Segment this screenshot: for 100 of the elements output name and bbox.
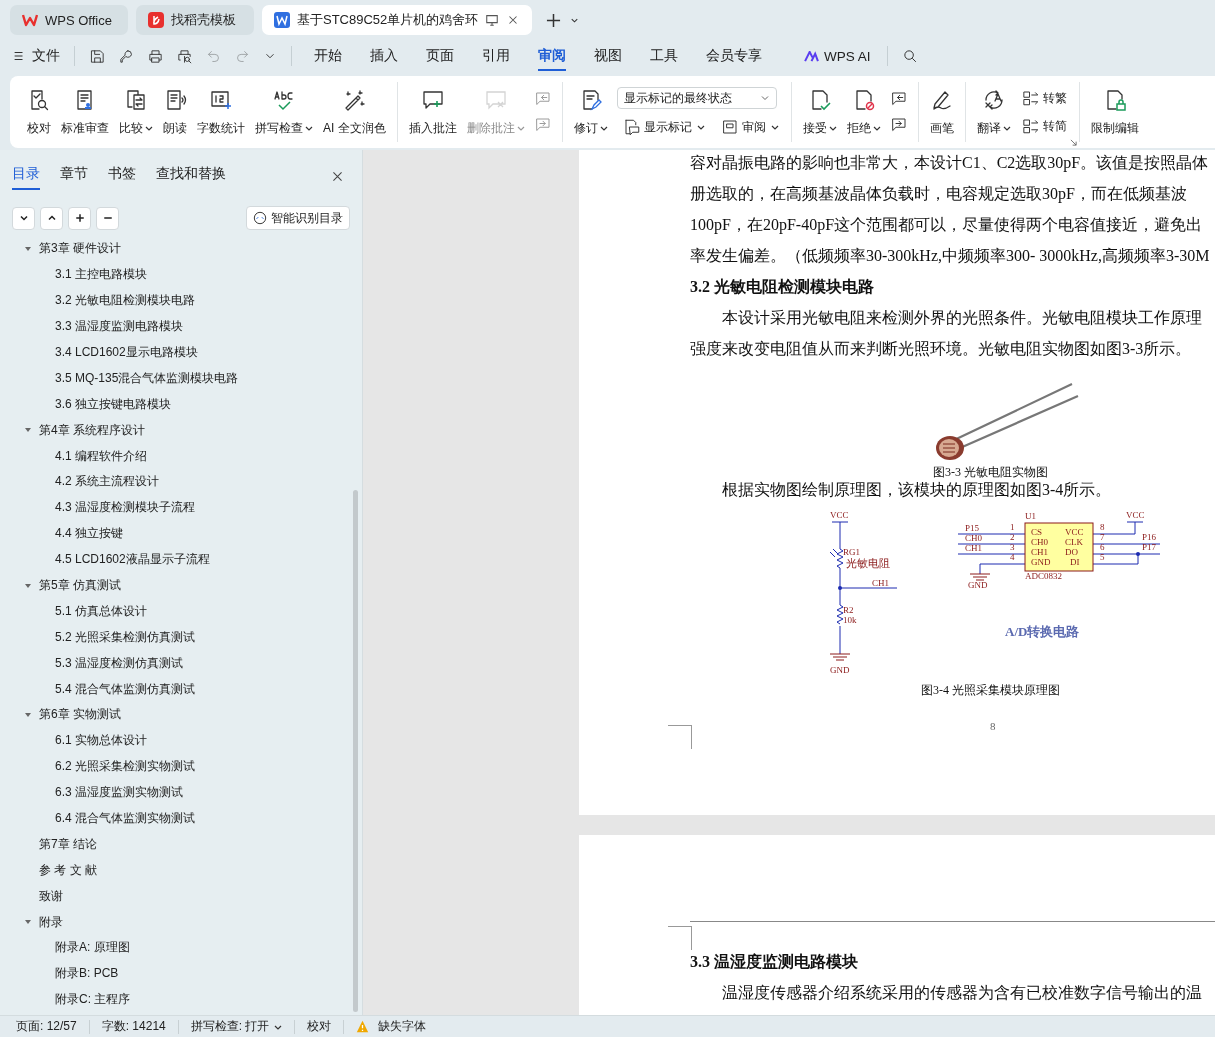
ribbon-button[interactable]: 拼写检查 <box>250 84 318 140</box>
outline-item[interactable]: 4.5 LCD1602液晶显示子流程 <box>55 551 210 569</box>
outline-item[interactable]: 4.2 系统主流程设计 <box>55 473 159 491</box>
toolbar-button[interactable]: 转繁 <box>1019 88 1069 108</box>
ribbon-button[interactable]: 比较 <box>114 84 158 140</box>
schematic-label: CH1 <box>1031 547 1048 557</box>
outline-item[interactable]: 4.3 温湿度检测模块子流程 <box>55 499 195 517</box>
print-icon[interactable] <box>147 47 164 65</box>
outline-item[interactable]: 5.2 光照采集检测仿真测试 <box>55 628 195 646</box>
ribbon-button[interactable]: 校对 <box>22 84 56 140</box>
ribbon-button[interactable]: 插入批注 <box>403 84 462 140</box>
outline-item[interactable]: 参 考 文 献 <box>39 861 97 879</box>
outline-item[interactable]: 3.2 光敏电阻检测模块电路 <box>55 292 195 310</box>
outline-item[interactable]: 第5章 仿真测试 <box>39 577 121 594</box>
expand-triangle-icon[interactable] <box>24 244 32 253</box>
outline-item[interactable]: 6.2 光照采集检测实物测试 <box>55 758 195 776</box>
body-text: 本设计采用光敏电阻来检测外界的光照条件。光敏电阻模块工作原理 <box>721 308 1203 328</box>
corner-arrow-icon[interactable] <box>1069 139 1077 146</box>
outline-item[interactable]: 3.5 MQ-135混合气体监测模块电路 <box>55 369 239 387</box>
collapse-button[interactable] <box>12 206 35 230</box>
schematic-title: A/D转换电路 <box>1005 624 1080 639</box>
w-logo-icon <box>22 12 38 28</box>
markup-dropdown[interactable]: 显示标记的最终状态 <box>616 87 777 109</box>
ribbon-button[interactable]: 修订 <box>568 84 613 140</box>
ribbon-button[interactable]: 朗读 <box>158 84 192 140</box>
expand-button[interactable] <box>40 206 63 230</box>
save-icon[interactable] <box>89 47 106 65</box>
ribbon-tab[interactable]: 审阅 <box>524 41 580 71</box>
remove-button[interactable] <box>96 206 119 230</box>
ribbon-button[interactable]: 限制编辑 <box>1085 84 1144 140</box>
sidebar-tab[interactable]: 查找和替换 <box>156 162 226 190</box>
ribbon-tab[interactable]: 会员专享 <box>692 41 776 71</box>
schematic-label: GND <box>968 580 988 590</box>
toolbar-button[interactable]: 审阅 <box>718 117 781 137</box>
comment-right-arrow-icon <box>533 116 552 134</box>
add-button[interactable] <box>68 206 91 230</box>
convert-icon <box>1021 117 1040 135</box>
spell-check-toggle[interactable]: 拼写检查: 打开 <box>190 1018 283 1035</box>
sidebar-tab[interactable]: 目录 <box>12 162 40 190</box>
warning-icon <box>356 1020 370 1033</box>
outline-item[interactable]: 附录 <box>39 913 63 931</box>
outline-item[interactable]: 第4章 系统程序设计 <box>39 421 145 439</box>
outline-item[interactable]: 第3章 硬件设计 <box>39 240 121 258</box>
outline-item[interactable]: 5.3 温湿度检测仿真测试 <box>55 654 183 672</box>
outline-item[interactable]: 附录C: 主程序 <box>55 991 131 1009</box>
outline-item[interactable]: 3.3 温湿度监测电路模块 <box>55 318 183 336</box>
expand-triangle-icon[interactable] <box>24 581 32 590</box>
new-tab-icon[interactable] <box>546 12 562 28</box>
outline-item[interactable]: 第7章 结论 <box>39 835 97 853</box>
window-tab[interactable]: WPS Office <box>10 5 128 35</box>
w-document-icon <box>274 12 290 28</box>
toolbar-button[interactable]: 转简 <box>1019 116 1069 136</box>
ribbon-tab[interactable]: 插入 <box>356 41 412 71</box>
ribbon-button[interactable]: AI 全文润色 <box>318 84 391 140</box>
missing-font-button[interactable]: 缺失字体 <box>356 1018 427 1035</box>
outline-item[interactable]: 附录A: 原理图 <box>55 939 130 957</box>
scrollbar[interactable] <box>353 490 358 1012</box>
toolbar-button[interactable]: 显示标记 <box>620 117 707 137</box>
ribbon-button[interactable]: 翻译 <box>971 84 1016 140</box>
ribbon-tab[interactable]: 开始 <box>300 41 356 71</box>
outline-item[interactable]: 5.1 仿真总体设计 <box>55 602 147 620</box>
comment-left-arrow-icon <box>889 90 908 108</box>
window-tab[interactable]: 找稻壳模板 <box>136 5 254 35</box>
ribbon-tab[interactable]: 引用 <box>468 41 524 71</box>
outline-item[interactable]: 3.1 主控电路模块 <box>55 266 147 284</box>
outline-item[interactable]: 4.1 编程软件介绍 <box>55 447 147 465</box>
outline-item[interactable]: 附录B: PCB <box>55 965 119 983</box>
ribbon-button[interactable]: 拒绝 <box>841 84 886 140</box>
proofread-button[interactable]: 校对 <box>307 1018 332 1035</box>
ribbon-tab[interactable]: 工具 <box>636 41 692 71</box>
outline-item[interactable]: 3.6 独立按键电路模块 <box>55 395 171 413</box>
outline-item[interactable]: 5.4 混合气体监测仿真测试 <box>55 680 195 698</box>
outline-item[interactable]: 致谢 <box>39 887 63 905</box>
monitor-icon[interactable] <box>485 13 500 27</box>
ribbon-button[interactable]: 标准审查 <box>56 84 114 140</box>
outline-item[interactable]: 6.4 混合气体监测实物测试 <box>55 810 195 828</box>
ribbon-button[interactable]: 接受 <box>797 84 842 140</box>
comment-right-arrow-icon <box>889 116 908 134</box>
expand-triangle-icon[interactable] <box>24 710 32 719</box>
smart-outline-button[interactable]: 智能识别目录 <box>246 206 350 230</box>
sidebar-tab[interactable]: 书签 <box>108 162 136 190</box>
ai-tab[interactable]: WPS AI <box>796 42 879 70</box>
toolbar-button[interactable] <box>889 116 908 134</box>
schematic-label: DO <box>1065 547 1078 557</box>
search-icon[interactable] <box>901 47 919 65</box>
window-tab[interactable]: 基于STC89C52单片机的鸡舍环 <box>262 5 533 35</box>
outline-item[interactable]: 3.4 LCD1602显示电路模块 <box>55 344 198 361</box>
outline-item[interactable]: 6.3 温湿度监测实物测试 <box>55 784 183 802</box>
ribbon-tab[interactable]: 页面 <box>412 41 468 71</box>
outline-item[interactable]: 6.1 实物总体设计 <box>55 732 147 750</box>
ribbon-button[interactable]: 画笔 <box>924 84 959 140</box>
outline-item[interactable]: 4.4 独立按键 <box>55 525 123 543</box>
close-icon[interactable] <box>331 169 344 183</box>
toolbar-button[interactable] <box>889 90 908 108</box>
print-preview-icon[interactable] <box>176 47 193 65</box>
ribbon-tab[interactable]: 视图 <box>580 41 636 71</box>
ribbon-button[interactable]: 字数统计 <box>192 84 250 140</box>
sidebar-tab[interactable]: 章节 <box>60 162 88 190</box>
file-menu-button[interactable]: 文件 <box>12 47 66 65</box>
outline-item[interactable]: 第6章 实物测试 <box>39 706 121 724</box>
